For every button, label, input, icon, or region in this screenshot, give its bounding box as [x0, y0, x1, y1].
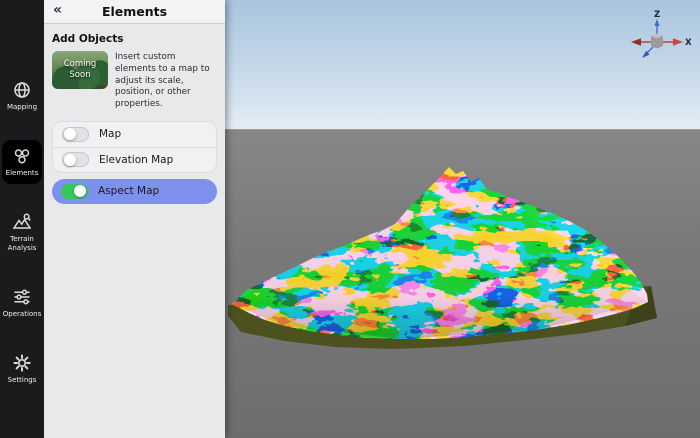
axis-z-label: Z [654, 10, 660, 20]
add-objects-description: Insert custom elements to a map to adjus… [115, 52, 210, 110]
add-objects-row: Coming Soon Insert custom elements to a … [52, 51, 217, 111]
coming-soon-thumbnail[interactable]: Coming Soon [52, 51, 108, 89]
gizmo-center-cube[interactable] [651, 33, 663, 49]
terrain-scene [228, 167, 657, 349]
z-axis-cone[interactable] [654, 19, 660, 26]
scene-viewport[interactable]: Z X [225, 0, 700, 438]
toggle-row-label: Elevation Map [99, 153, 174, 166]
elements-panel: « Elements Add Objects Coming Soon Inser… [44, 0, 225, 438]
elements-icon [12, 146, 32, 166]
coming-soon-label: Coming Soon [63, 59, 97, 80]
toggle-knob [74, 185, 86, 198]
collapse-panel-icon[interactable]: « [53, 3, 62, 17]
x-neg-axis-cone[interactable] [631, 38, 641, 46]
add-objects-heading: Add Objects [52, 33, 124, 45]
operations-icon [12, 287, 32, 307]
axis-x-label: X [685, 38, 692, 48]
terrain-analysis-icon [12, 212, 32, 232]
sidebar-item-settings[interactable]: Settings [2, 347, 42, 391]
toggle-row-aspect-map[interactable]: Aspect Map [52, 178, 217, 204]
globe-icon [12, 80, 32, 100]
toggle-row-label: Map [99, 128, 122, 141]
axis-gizmo[interactable]: Z X [628, 5, 692, 63]
sidebar-item-operations[interactable]: Operations [2, 281, 42, 325]
elevation-map-toggle[interactable] [62, 152, 89, 168]
toggle-row-map[interactable]: Map [53, 122, 216, 147]
sidebar-item-label: Operations [2, 310, 42, 319]
map-toggle-list: Map Elevation Map Aspect Map [52, 120, 217, 204]
sidebar-item-label: Settings [7, 376, 37, 385]
panel-header: « Elements [44, 0, 225, 24]
toggle-knob [64, 153, 76, 166]
map-toggle[interactable] [62, 126, 89, 142]
sidebar-item-terrain-analysis[interactable]: Terrain Analysis [2, 206, 42, 259]
toggle-knob [64, 128, 76, 141]
panel-title: Elements [101, 4, 168, 19]
sidebar-item-label: Mapping [6, 103, 38, 111]
sidebar-item-elements[interactable]: Elements [2, 140, 42, 185]
toggle-group: Map Elevation Map [52, 120, 217, 173]
panel-body: Add Objects Coming Soon Insert custom el… [44, 24, 225, 204]
app-window: Mapping Elements Terrain Analysis Operat… [0, 0, 700, 438]
x-axis-cone[interactable] [673, 38, 683, 46]
toggle-row-elevation-map[interactable]: Elevation Map [53, 146, 216, 172]
aspect-map-toggle[interactable] [61, 183, 88, 199]
gear-icon [12, 353, 32, 373]
toggle-row-label: Aspect Map [98, 185, 160, 198]
sidebar-item-label: Terrain Analysis [7, 235, 37, 253]
sidebar-item-mapping[interactable]: Mapping [2, 74, 42, 118]
sidebar: Mapping Elements Terrain Analysis Operat… [0, 0, 44, 438]
sidebar-item-label: Elements [5, 169, 39, 178]
